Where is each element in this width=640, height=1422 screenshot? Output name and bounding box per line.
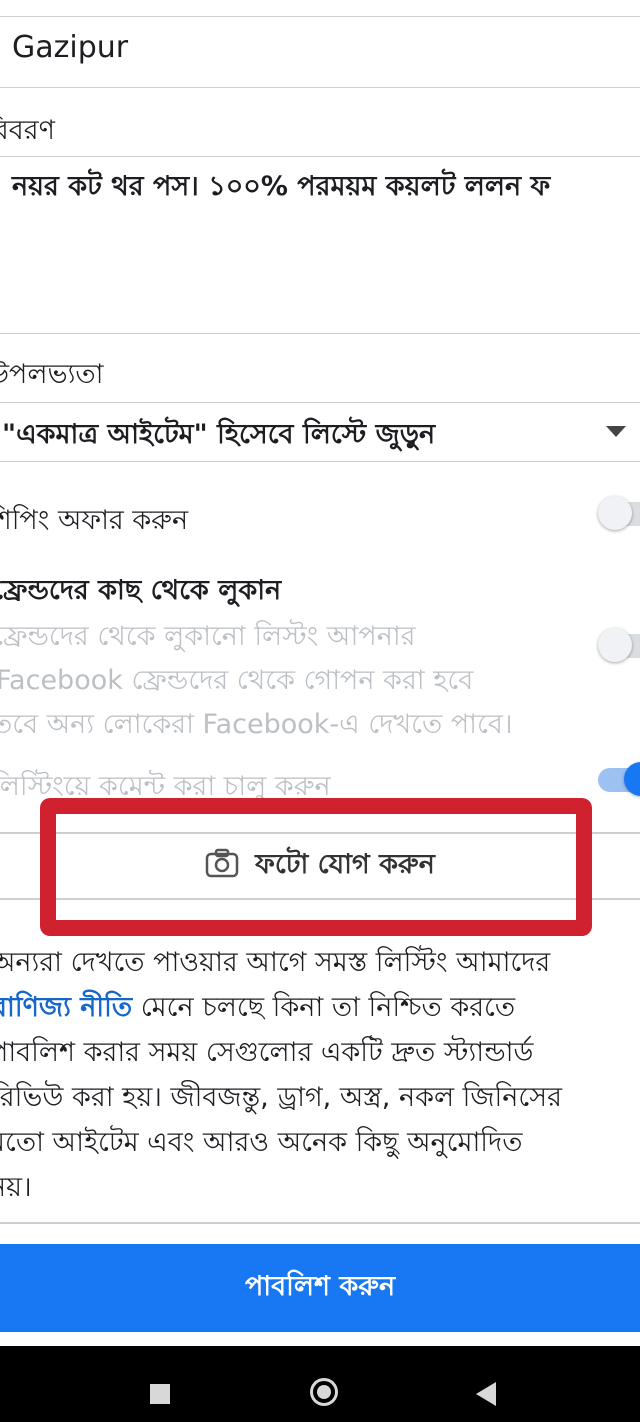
hide-desc-line1: ফ্রেন্ডদের থেকে লুকানো লিস্টং আপনার [0, 621, 416, 652]
policy-line: মেনে চলছে কিনা তা নিশ্চিত করতে [132, 992, 516, 1023]
policy-line: নয়। [0, 1172, 32, 1203]
divider [0, 1222, 640, 1224]
highlight-box [40, 798, 592, 936]
description-label: বিবরণ [0, 115, 55, 146]
policy-line: পাবলিশ করার সময় সেগুলোর একটি দ্রুত স্ট্… [0, 1037, 534, 1068]
policy-line: মতো আইটেম এবং আরও অনেক কিছু অনুমোদিত [0, 1127, 523, 1158]
availability-label: উপলভ্যতা [0, 359, 104, 390]
back-icon[interactable] [476, 1382, 496, 1406]
shipping-label: শিপিং অফার করুন [0, 505, 189, 536]
shipping-toggle[interactable] [598, 496, 640, 530]
hide-from-friends-toggle[interactable] [598, 628, 640, 662]
hide-from-friends-label: ফ্রেন্ডদের কাছ থেকে লুকান [0, 575, 282, 606]
recents-icon[interactable] [150, 1384, 170, 1404]
commerce-policy-link[interactable]: বাণিজ্য নীতি [0, 992, 132, 1023]
hide-desc-line2: Facebook ফ্রেন্ডদের থেকে গোপন করা হবে [0, 665, 474, 696]
policy-text: অন্যরা দেখতে পাওয়ার আগে সমস্ত লিস্টিং আ… [0, 940, 640, 1210]
policy-line: রিভিউ করা হয়। জীবজন্তু, ড্রাগ, অস্ত্র, … [0, 1082, 562, 1113]
publish-button[interactable]: পাবলিশ করুন [0, 1244, 640, 1332]
system-nav-bar [0, 1346, 640, 1422]
availability-value: "একমাত্র আইটেম" হিসেবে লিস্টে জুড়ুন [2, 419, 436, 450]
policy-line: অন্যরা দেখতে পাওয়ার আগে সমস্ত লিস্টিং আ… [0, 947, 551, 978]
home-icon[interactable] [310, 1378, 338, 1406]
caret-down-icon[interactable] [606, 426, 626, 437]
description-value: নয়র কট থর পস। ১০০% পরময়ম কয়লট ললন ফ [12, 171, 551, 202]
comments-toggle[interactable] [598, 762, 640, 796]
hide-desc-line3: তবে অন্য লোকেরা Facebook-এ দেখতে পাবে। [0, 709, 513, 740]
location-value: Gazipur [12, 30, 129, 65]
